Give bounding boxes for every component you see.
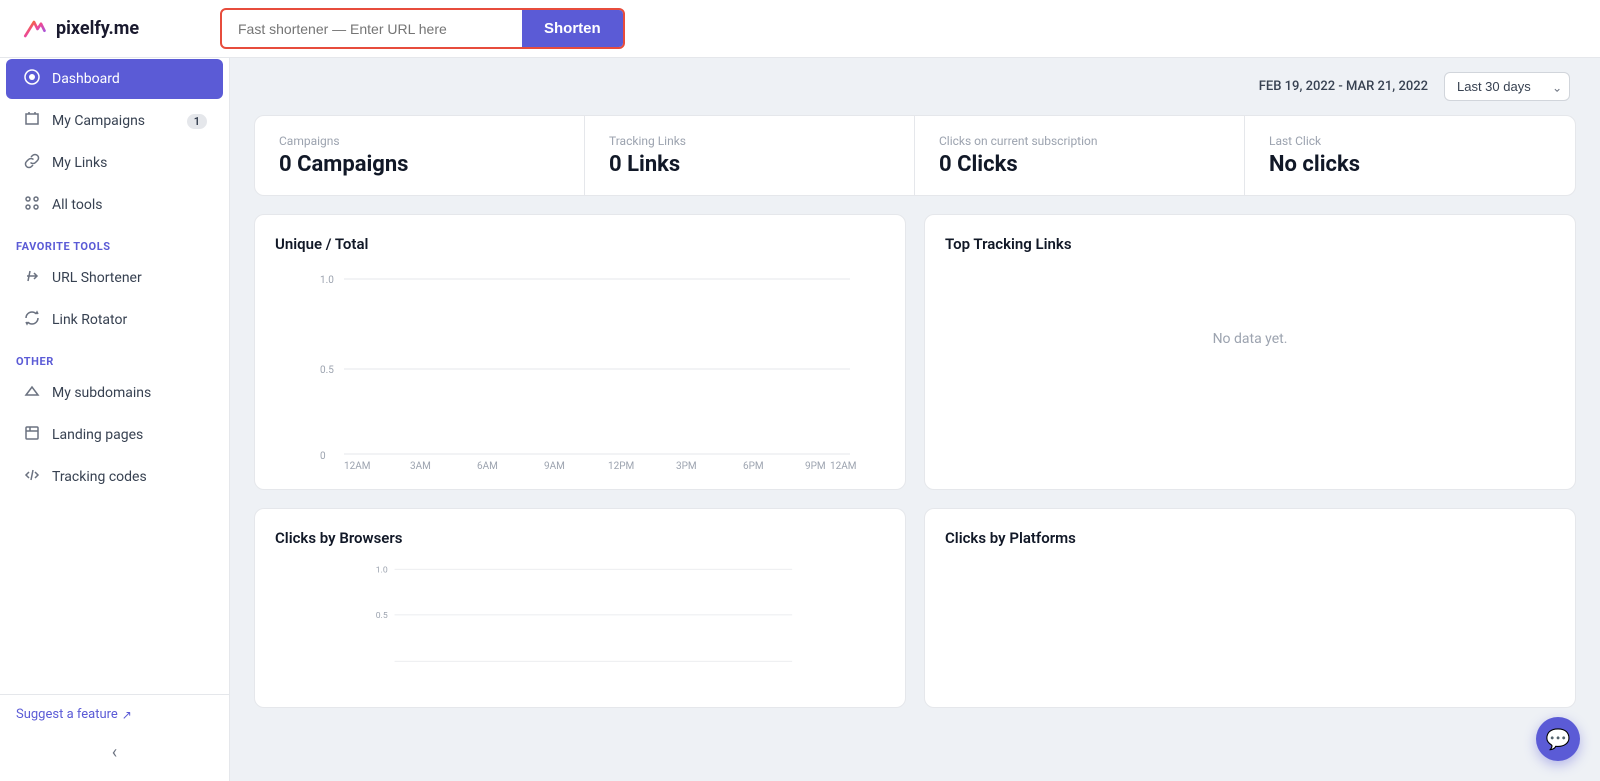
clicks-by-browsers-svg: 1.0 0.5: [275, 563, 885, 673]
sidebar-item-dashboard[interactable]: Dashboard: [6, 59, 223, 99]
link-rotator-icon: [22, 310, 42, 330]
unique-total-svg: 1.0 0.5 0 12AM 3AM 6AM 9AM 12PM 3PM: [275, 269, 885, 469]
svg-text:3AM: 3AM: [410, 461, 431, 469]
svg-text:0.5: 0.5: [376, 611, 388, 621]
sidebar-item-subdomains[interactable]: My subdomains: [6, 373, 223, 413]
sidebar-item-label: My Links: [52, 155, 107, 171]
sidebar: Dashboard My Campaigns 1 My Links All to…: [0, 58, 230, 781]
stat-links-label: Tracking Links: [609, 134, 890, 148]
chat-bubble[interactable]: 💬: [1536, 717, 1580, 761]
favorite-tools-title: FAVORITE TOOLS: [0, 226, 229, 257]
svg-text:12AM: 12AM: [830, 461, 857, 469]
svg-text:9PM: 9PM: [805, 461, 826, 469]
stat-last-click: Last Click No clicks: [1245, 116, 1575, 195]
svg-text:1.0: 1.0: [376, 565, 388, 575]
url-shortener-bar: Shorten: [220, 8, 625, 49]
suggest-feature-label: Suggest a feature: [16, 707, 118, 722]
date-select-wrap: Last 30 days Last 7 days Last 90 days Cu…: [1444, 72, 1570, 101]
links-icon: [22, 153, 42, 173]
stat-campaigns-value: 0 Campaigns: [279, 152, 560, 177]
sidebar-item-label: All tools: [52, 197, 102, 213]
campaigns-badge: 1: [187, 114, 207, 129]
logo: pixelfy.me: [20, 15, 180, 43]
sidebar-item-label: Dashboard: [52, 71, 120, 87]
svg-text:0.5: 0.5: [320, 365, 334, 376]
dashboard-icon: [22, 69, 42, 89]
top-tracking-links-card: Top Tracking Links No data yet.: [924, 214, 1576, 490]
topbar: pixelfy.me Shorten: [0, 0, 1600, 58]
charts-grid: Unique / Total 1.0 0.5 0 12AM 3AM: [230, 214, 1600, 508]
stat-last-click-value: No clicks: [1269, 152, 1551, 177]
suggest-feature-link[interactable]: Suggest a feature ↗: [16, 707, 213, 722]
stat-clicks-label: Clicks on current subscription: [939, 134, 1220, 148]
content-header: FEB 19, 2022 - MAR 21, 2022 Last 30 days…: [230, 58, 1600, 115]
main-layout: Dashboard My Campaigns 1 My Links All to…: [0, 58, 1600, 781]
landing-pages-icon: [22, 425, 42, 445]
sidebar-item-label: Tracking codes: [52, 469, 147, 485]
stat-campaigns-label: Campaigns: [279, 134, 560, 148]
date-select[interactable]: Last 30 days Last 7 days Last 90 days Cu…: [1444, 72, 1570, 101]
sidebar-item-label: My subdomains: [52, 385, 151, 401]
svg-text:3PM: 3PM: [676, 461, 697, 469]
stat-campaigns: Campaigns 0 Campaigns: [255, 116, 585, 195]
content-area: FEB 19, 2022 - MAR 21, 2022 Last 30 days…: [230, 58, 1600, 781]
stat-clicks-value: 0 Clicks: [939, 152, 1220, 177]
subdomains-icon: [22, 383, 42, 403]
svg-text:1.0: 1.0: [320, 275, 334, 286]
chat-bubble-icon: 💬: [1546, 727, 1571, 751]
stats-row: Campaigns 0 Campaigns Tracking Links 0 L…: [254, 115, 1576, 196]
clicks-by-browsers-card: Clicks by Browsers 1.0 0.5: [254, 508, 906, 708]
no-data-message: No data yet.: [945, 269, 1555, 409]
svg-text:9AM: 9AM: [544, 461, 565, 469]
sidebar-item-alltools[interactable]: All tools: [6, 185, 223, 225]
svg-text:12PM: 12PM: [608, 461, 634, 469]
stat-links: Tracking Links 0 Links: [585, 116, 915, 195]
sidebar-item-label: Link Rotator: [52, 312, 127, 328]
alltools-icon: [22, 195, 42, 215]
date-range-text: FEB 19, 2022 - MAR 21, 2022: [1259, 79, 1428, 94]
url-input[interactable]: [222, 13, 522, 45]
clicks-by-platforms-card: Clicks by Platforms: [924, 508, 1576, 708]
sidebar-item-label: Landing pages: [52, 427, 143, 443]
sidebar-item-links[interactable]: My Links: [6, 143, 223, 183]
svg-text:6AM: 6AM: [477, 461, 498, 469]
bottom-charts: Clicks by Browsers 1.0 0.5 Clicks by Pla…: [230, 508, 1600, 728]
sidebar-collapse-button[interactable]: ‹: [0, 734, 229, 771]
stat-last-click-label: Last Click: [1269, 134, 1551, 148]
clicks-by-platforms-title: Clicks by Platforms: [945, 529, 1555, 547]
sidebar-item-link-rotator[interactable]: Link Rotator: [6, 300, 223, 340]
stat-links-value: 0 Links: [609, 152, 890, 177]
sidebar-item-label: URL Shortener: [52, 270, 142, 286]
sidebar-item-url-shortener[interactable]: URL Shortener: [6, 258, 223, 298]
collapse-icon: ‹: [112, 742, 117, 763]
unique-total-title: Unique / Total: [275, 235, 885, 253]
svg-text:0: 0: [320, 451, 326, 462]
tracking-codes-icon: [22, 467, 42, 487]
sidebar-item-landing-pages[interactable]: Landing pages: [6, 415, 223, 455]
sidebar-item-label: My Campaigns: [52, 113, 145, 129]
sidebar-item-tracking-codes[interactable]: Tracking codes: [6, 457, 223, 497]
other-title: OTHER: [0, 341, 229, 372]
logo-text: pixelfy.me: [56, 18, 139, 39]
external-link-icon: ↗: [122, 708, 132, 722]
campaigns-icon: [22, 111, 42, 131]
unique-total-chart-area: 1.0 0.5 0 12AM 3AM 6AM 9AM 12PM 3PM: [275, 269, 885, 469]
sidebar-item-campaigns[interactable]: My Campaigns 1: [6, 101, 223, 141]
logo-icon: [20, 15, 48, 43]
shorten-button[interactable]: Shorten: [522, 10, 623, 47]
svg-text:12AM: 12AM: [344, 461, 371, 469]
top-tracking-links-title: Top Tracking Links: [945, 235, 1555, 253]
sidebar-footer: Suggest a feature ↗: [0, 694, 229, 734]
clicks-by-browsers-title: Clicks by Browsers: [275, 529, 885, 547]
unique-total-chart: Unique / Total 1.0 0.5 0 12AM 3AM: [254, 214, 906, 490]
svg-text:6PM: 6PM: [743, 461, 764, 469]
stat-clicks: Clicks on current subscription 0 Clicks: [915, 116, 1245, 195]
url-shortener-icon: [22, 268, 42, 288]
